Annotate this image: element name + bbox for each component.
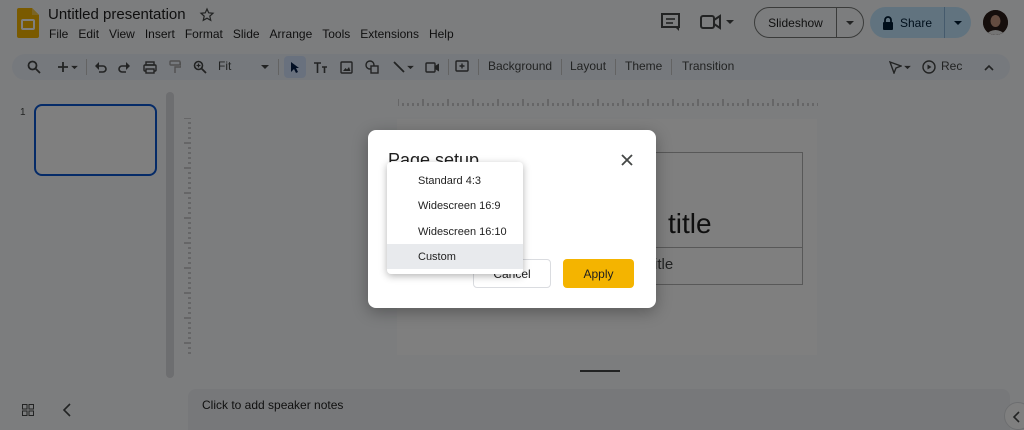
option-custom[interactable]: Custom: [387, 244, 523, 269]
option-widescreen-16-9[interactable]: Widescreen 16:9: [387, 193, 523, 218]
option-widescreen-16-10[interactable]: Widescreen 16:10: [387, 219, 523, 244]
option-standard-4-3[interactable]: Standard 4:3: [387, 168, 523, 193]
page-size-dropdown: Standard 4:3 Widescreen 16:9 Widescreen …: [387, 162, 523, 274]
close-icon[interactable]: [620, 153, 634, 167]
apply-button[interactable]: Apply: [563, 259, 634, 288]
